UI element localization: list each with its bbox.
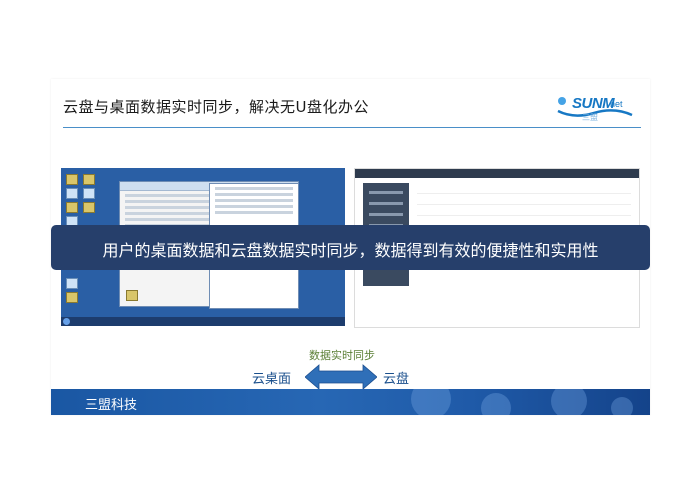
desktop-icon [66,292,78,303]
cloud-disk-label: 云盘 [383,372,410,387]
desktop-icon [66,188,78,199]
desktop-icon [83,174,95,185]
desktop-icon [83,202,95,213]
slide-title: 云盘与桌面数据实时同步，解决无U盘化办公 [63,98,369,116]
taskbar [61,317,345,326]
app-topbar [355,169,639,178]
sync-label: 数据实时同步 [309,349,375,362]
banner-text: 用户的桌面数据和云盘数据实时同步，数据得到有效的便捷性和实用性 [102,241,599,260]
folder-icon [126,290,138,301]
logo-suffix: net [610,99,623,109]
desktop-icon [66,174,78,185]
logo-cn: 三盟 [582,113,598,122]
highlight-banner: 用户的桌面数据和云盘数据实时同步，数据得到有效的便捷性和实用性 [51,225,650,270]
desktop-icon [83,188,95,199]
title-rule [63,127,641,128]
footer-company: 三盟科技 [85,398,138,413]
start-button [63,318,70,325]
sunmnet-logo: SUNM net 三盟 [554,89,636,125]
logo-brand: SUNM [572,95,615,112]
slide: 云盘与桌面数据实时同步，解决无U盘化办公 SUNM net 三盟 用户的桌面数据… [51,79,650,415]
desktop-icon [66,202,78,213]
footer-bar: 三盟科技 [51,389,650,415]
cloud-desktop-label: 云桌面 [252,372,292,387]
double-arrow-icon [305,364,377,390]
desktop-icon [66,278,78,289]
